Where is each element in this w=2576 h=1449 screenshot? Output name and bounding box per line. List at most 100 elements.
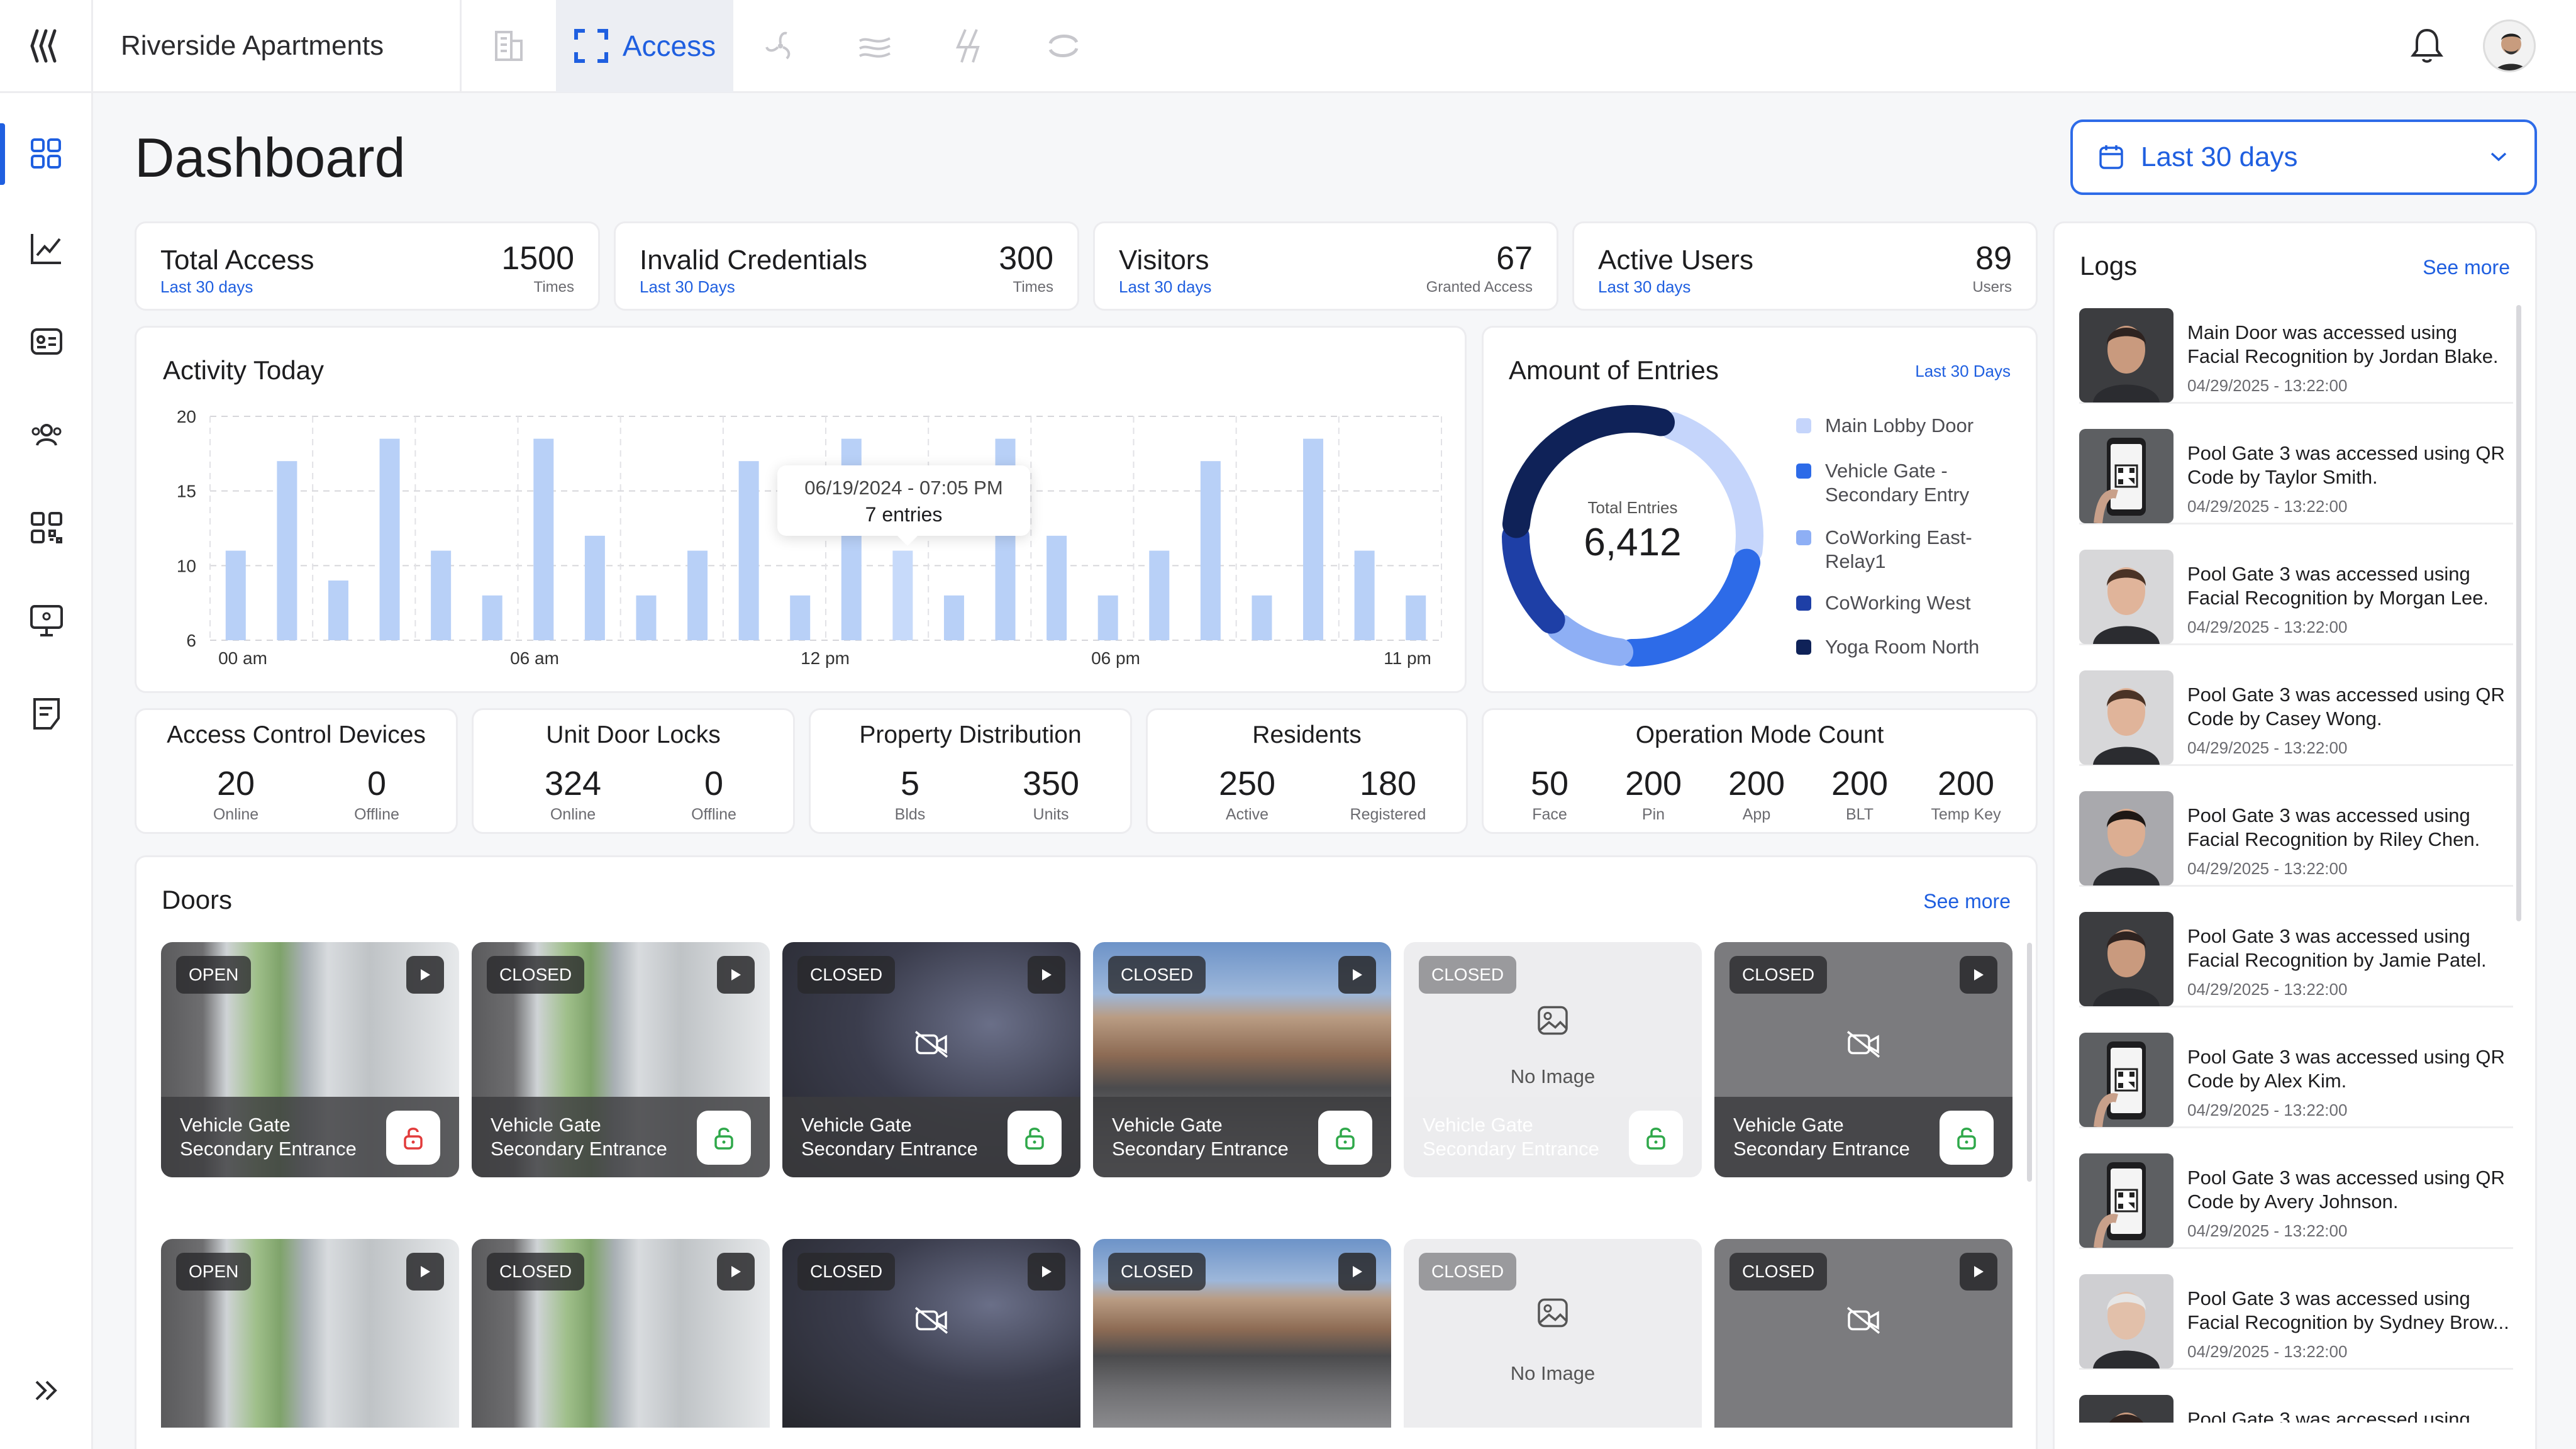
door-play-button[interactable]: [717, 956, 755, 994]
user-avatar[interactable]: [2483, 19, 2536, 72]
sidebar-item-analytics[interactable]: [0, 214, 93, 283]
count-cell-units: 350 Units: [1001, 764, 1101, 824]
face-thumb: [2079, 912, 2174, 1006]
door-tile[interactable]: CLOSED Vehicle Gate Secondary Entrance: [472, 942, 770, 1177]
door-lock-button[interactable]: [1629, 1111, 1683, 1165]
door-play-button[interactable]: [1960, 956, 1997, 994]
log-item[interactable]: Pool Gate 3 was accessed using QR Code b…: [2079, 1153, 2513, 1249]
door-play-button[interactable]: [1960, 1253, 1997, 1291]
date-range-select[interactable]: Last 30 days: [2070, 119, 2537, 195]
door-play-button[interactable]: [1338, 1253, 1376, 1291]
door-tile[interactable]: CLOSED Vehicle Gate Secondary Entrance: [782, 942, 1080, 1177]
door-tile[interactable]: CLOSED: [1093, 1239, 1391, 1428]
sidebar-item-kiosk[interactable]: [0, 586, 93, 655]
count-value: 250: [1218, 765, 1276, 802]
door-tile[interactable]: CLOSED No Image Vehicle Gate Secondary En…: [1404, 942, 1702, 1177]
stat-value: 300: [999, 240, 1053, 277]
tab-ventilation[interactable]: [828, 0, 922, 92]
legend-item[interactable]: CoWorking East- Relay1: [1796, 526, 1972, 574]
stat-card-invalid-credentials[interactable]: Invalid Credentials Last 30 Days 300 Tim…: [614, 221, 1079, 311]
log-message-line: Pool Gate 3 was accessed using: [2187, 804, 2470, 826]
legend-label: Main Lobby Door: [1825, 414, 1974, 438]
tab-energy[interactable]: [922, 0, 1016, 92]
log-item[interactable]: Pool Gate 3 was accessed using QR Code b…: [2079, 670, 2513, 766]
legend-item[interactable]: Vehicle Gate - Secondary Entry: [1796, 459, 1969, 507]
door-play-button[interactable]: [717, 1253, 755, 1291]
legend-item[interactable]: Yoga Room North: [1796, 635, 1979, 659]
tab-climate[interactable]: [733, 0, 828, 92]
stat-card-visitors[interactable]: Visitors Last 30 days 67 Granted Access: [1093, 221, 1558, 311]
door-tile[interactable]: CLOSED: [782, 1239, 1080, 1428]
count-card-unit-door-locks[interactable]: Unit Door Locks 324 Online 0 Offline: [472, 708, 795, 834]
door-play-button[interactable]: [406, 956, 444, 994]
doors-scrollbar[interactable]: [2027, 943, 2032, 1182]
doors-see-more-link[interactable]: See more: [1923, 890, 2011, 913]
door-tile[interactable]: CLOSED: [1714, 1239, 2012, 1428]
log-item[interactable]: Main Door was accessed using Facial Reco…: [2079, 308, 2513, 404]
door-tile[interactable]: CLOSED Vehicle Gate Secondary Entrance: [1714, 942, 2012, 1177]
door-caption: Vehicle Gate Secondary Entrance: [472, 1097, 770, 1177]
count-card-residents[interactable]: Residents 250 Active 180 Registered: [1146, 708, 1468, 834]
sidebar-item-notes[interactable]: [0, 679, 93, 748]
log-item[interactable]: Pool Gate 3 was accessed using: [2079, 1395, 2513, 1423]
count-card-operation-mode[interactable]: Operation Mode Count 50 Face 200 Pin 200…: [1482, 708, 2038, 834]
log-item[interactable]: Pool Gate 3 was accessed using Facial Re…: [2079, 1274, 2513, 1370]
door-play-button[interactable]: [1028, 1253, 1065, 1291]
count-cell-online: 324 Online: [523, 764, 623, 824]
brand-logo[interactable]: [0, 0, 93, 92]
log-item[interactable]: Pool Gate 3 was accessed using QR Code b…: [2079, 429, 2513, 525]
qr-phone-thumb: [2079, 1033, 2174, 1127]
door-name-line: Vehicle Gate: [801, 1114, 912, 1136]
stat-card-active-users[interactable]: Active Users Last 30 days 89 Users: [1572, 221, 2038, 311]
logs-scrollbar[interactable]: [2516, 305, 2521, 921]
no-image-placeholder: [1536, 1005, 1569, 1040]
legend-item[interactable]: CoWorking West: [1796, 591, 1970, 615]
log-item[interactable]: Pool Gate 3 was accessed using Facial Re…: [2079, 912, 2513, 1008]
wind-icon: [859, 36, 891, 58]
door-lock-button[interactable]: [386, 1111, 440, 1165]
bell-icon[interactable]: [2409, 26, 2445, 65]
legend-label-line: Yoga Room North: [1825, 636, 1980, 658]
sidebar-item-credentials[interactable]: [0, 307, 93, 376]
tab-sync[interactable]: [1016, 0, 1111, 92]
door-tile[interactable]: CLOSED: [472, 1239, 770, 1428]
logs-see-more-link[interactable]: See more: [2423, 256, 2510, 279]
tab-buildings[interactable]: [462, 0, 556, 92]
door-tile[interactable]: CLOSED Vehicle Gate Secondary Entrance: [1093, 942, 1391, 1177]
door-tile[interactable]: OPEN Vehicle Gate Secondary Entrance: [161, 942, 459, 1177]
door-lock-button[interactable]: [1318, 1111, 1372, 1165]
log-item[interactable]: Pool Gate 3 was accessed using Facial Re…: [2079, 550, 2513, 645]
sidebar-expand-button[interactable]: [0, 1356, 93, 1425]
sidebar-item-qr-codes[interactable]: [0, 493, 93, 562]
camera-off-icon: [914, 1030, 948, 1058]
door-play-button[interactable]: [406, 1253, 444, 1291]
sidebar-item-dashboard[interactable]: [0, 119, 93, 189]
log-message-line: Pool Gate 3 was accessed using: [2187, 1287, 2470, 1309]
legend-label: CoWorking East- Relay1: [1825, 526, 1972, 574]
count-card-access-devices[interactable]: Access Control Devices 20 Online 0 Offli…: [135, 708, 458, 834]
legend-item[interactable]: Main Lobby Door: [1796, 414, 1974, 438]
count-cell-buildings: 5 Blds: [860, 764, 960, 824]
door-play-button[interactable]: [1028, 956, 1065, 994]
legend-label: CoWorking West: [1825, 591, 1970, 615]
log-message-line: Facial Recognition by Jordan Blake.: [2187, 345, 2499, 367]
stat-card-total-access[interactable]: Total Access Last 30 days 1500 Times: [135, 221, 600, 311]
door-lock-button[interactable]: [697, 1111, 751, 1165]
sidebar-item-residents[interactable]: [0, 400, 93, 469]
log-timestamp: 04/29/2025 - 13:22:00: [2187, 980, 2348, 999]
count-card-property-distribution[interactable]: Property Distribution 5 Blds 350 Units: [809, 708, 1132, 834]
log-thumbnail: [2079, 1395, 2174, 1423]
log-item[interactable]: Pool Gate 3 was accessed using Facial Re…: [2079, 791, 2513, 887]
log-message: Pool Gate 3 was accessed using Facial Re…: [2187, 804, 2513, 852]
property-name[interactable]: Riverside Apartments: [93, 0, 462, 92]
log-timestamp: 04/29/2025 - 13:22:00: [2187, 1101, 2348, 1119]
log-item[interactable]: Pool Gate 3 was accessed using QR Code b…: [2079, 1033, 2513, 1128]
log-message: Pool Gate 3 was accessed using Facial Re…: [2187, 924, 2513, 972]
door-tile[interactable]: CLOSED No Image: [1404, 1239, 1702, 1428]
door-lock-button[interactable]: [1008, 1111, 1062, 1165]
tab-access[interactable]: Access: [556, 0, 733, 92]
door-lock-button[interactable]: [1940, 1111, 1994, 1165]
door-tile[interactable]: OPEN: [161, 1239, 459, 1428]
door-play-button[interactable]: [1338, 956, 1376, 994]
door-caption: Vehicle Gate Secondary Entrance: [161, 1097, 459, 1177]
